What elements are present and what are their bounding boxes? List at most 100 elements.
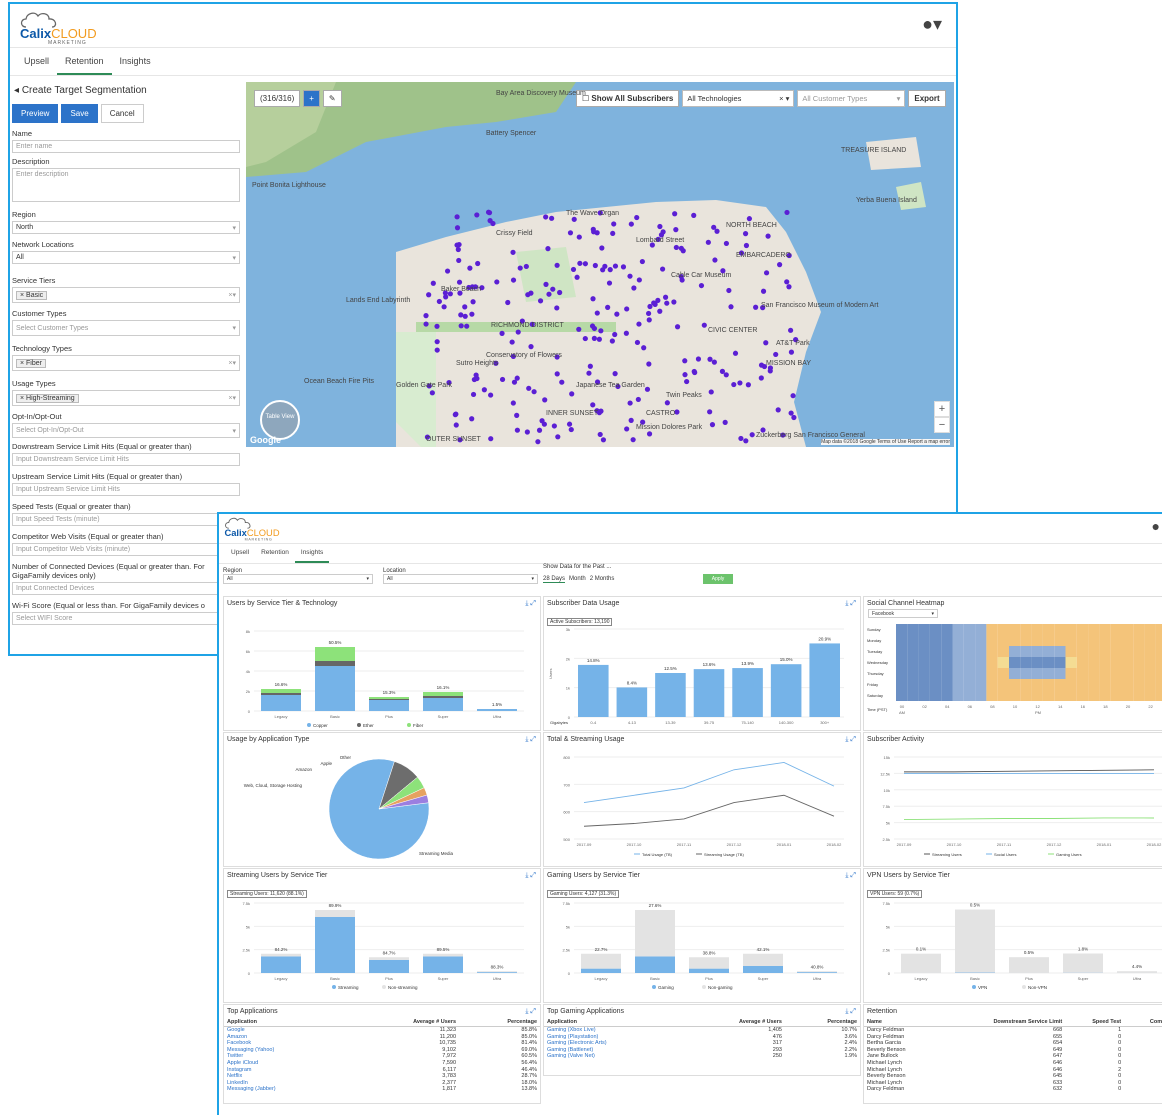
- subscriber-dot[interactable]: [606, 280, 613, 286]
- subscriber-dot[interactable]: [523, 263, 529, 270]
- subscriber-dot[interactable]: [423, 313, 429, 319]
- download-expand-icon[interactable]: ⤓ ⤢: [845, 600, 856, 608]
- subscriber-dot[interactable]: [788, 349, 795, 355]
- subscriber-dot[interactable]: [591, 335, 597, 341]
- table-row[interactable]: Instagram 6,117 46.4%: [224, 1067, 540, 1074]
- subscriber-dot[interactable]: [526, 385, 532, 391]
- subscriber-dot[interactable]: [674, 324, 681, 330]
- subscriber-dot[interactable]: [646, 317, 652, 323]
- subscriber-dot[interactable]: [434, 339, 440, 345]
- subscriber-dot[interactable]: [590, 296, 596, 302]
- subscriber-dot[interactable]: [566, 421, 573, 427]
- technology-filter[interactable]: All Technologies × ▾: [682, 90, 795, 107]
- subscriber-dot[interactable]: [788, 410, 794, 416]
- subscriber-dot[interactable]: [571, 216, 577, 222]
- subscriber-dot[interactable]: [707, 409, 713, 415]
- clear-icon[interactable]: ×▾: [228, 291, 236, 299]
- table-row[interactable]: Beverly Benson 649 0: [864, 1047, 1162, 1054]
- subscriber-dot[interactable]: [777, 262, 783, 268]
- table-row[interactable]: Messaging (Yahoo) 9,102 69.0%: [224, 1047, 540, 1054]
- subscriber-dot[interactable]: [582, 335, 588, 342]
- subscriber-dot[interactable]: [469, 416, 475, 422]
- subscriber-dot[interactable]: [488, 392, 494, 398]
- subscriber-dot[interactable]: [494, 279, 500, 285]
- subscriber-dot[interactable]: [576, 326, 582, 332]
- subscriber-dot[interactable]: [462, 313, 468, 319]
- subscriber-dot[interactable]: [600, 267, 606, 273]
- subscriber-dot[interactable]: [550, 286, 556, 292]
- save-button[interactable]: Save: [61, 104, 98, 123]
- subscriber-dot[interactable]: [543, 214, 549, 220]
- subscriber-dot[interactable]: [517, 265, 523, 271]
- subscriber-dot[interactable]: [554, 262, 560, 268]
- zoom-out-button[interactable]: −: [934, 417, 950, 433]
- subscriber-dot[interactable]: [536, 427, 543, 433]
- subscriber-dot[interactable]: [691, 212, 697, 218]
- tab-retention[interactable]: Retention: [255, 544, 295, 563]
- column-header[interactable]: Speed Test: [1065, 1018, 1125, 1027]
- user-avatar-icon[interactable]: ●▾: [922, 14, 942, 35]
- subscriber-dot[interactable]: [596, 336, 602, 342]
- subscriber-dot[interactable]: [612, 263, 619, 269]
- subscriber-dot[interactable]: [684, 378, 690, 385]
- subscriber-dot[interactable]: [657, 223, 663, 230]
- subscriber-dot[interactable]: [627, 400, 633, 406]
- subscriber-dot[interactable]: [645, 310, 652, 317]
- subscriber-dot[interactable]: [568, 426, 574, 433]
- subscriber-dot[interactable]: [671, 299, 677, 305]
- period-2-months[interactable]: 2 Months: [590, 576, 615, 583]
- subscriber-dot[interactable]: [576, 234, 582, 240]
- calix-cloud-logo[interactable]: CalixCLOUD MARKETING: [18, 10, 97, 46]
- subscriber-dot[interactable]: [731, 381, 737, 388]
- table-row[interactable]: Michael Lynch 646 2: [864, 1067, 1162, 1074]
- subscriber-dot[interactable]: [458, 312, 464, 318]
- region-select[interactable]: All ▾: [223, 574, 373, 584]
- subscriber-dot[interactable]: [644, 386, 651, 392]
- subscriber-dot[interactable]: [444, 268, 451, 274]
- calix-cloud-logo[interactable]: CalixCLOUD MARKETING: [223, 516, 280, 542]
- tiers-select[interactable]: × Basic ×▾: [12, 287, 240, 303]
- subscriber-dot[interactable]: [546, 291, 552, 297]
- wifi-select[interactable]: Select WIFI Score: [12, 612, 240, 625]
- subscriber-dot[interactable]: [515, 329, 521, 335]
- subscriber-dot[interactable]: [624, 306, 630, 312]
- subscriber-dot[interactable]: [630, 437, 636, 443]
- subscriber-dot[interactable]: [486, 210, 493, 216]
- subscriber-dot[interactable]: [753, 304, 759, 310]
- subscriber-dot[interactable]: [612, 371, 618, 377]
- clear-icon[interactable]: ×▾: [228, 359, 236, 367]
- opt-select[interactable]: Select Opt-In/Opt-Out ▾: [12, 423, 240, 438]
- download-expand-icon[interactable]: ⤓ ⤢: [845, 736, 856, 744]
- subscriber-dot[interactable]: [767, 368, 773, 374]
- subscriber-dot[interactable]: [590, 402, 596, 408]
- table-row[interactable]: Bertha Garcia 654 0: [864, 1040, 1162, 1047]
- subscriber-dot[interactable]: [627, 273, 633, 279]
- user-avatar-icon[interactable]: ●: [1152, 518, 1160, 534]
- subscriber-dot[interactable]: [709, 422, 716, 428]
- period-28-days[interactable]: 28 Days: [543, 576, 566, 583]
- table-row[interactable]: Michael Lynch 633 0: [864, 1080, 1162, 1087]
- subscriber-dot[interactable]: [430, 280, 436, 286]
- subscriber-dot[interactable]: [582, 261, 588, 267]
- app-link[interactable]: Messaging (Jabber): [227, 1086, 276, 1092]
- subscriber-dot[interactable]: [541, 421, 547, 427]
- subscriber-dot[interactable]: [749, 432, 755, 438]
- region-select[interactable]: North ▾: [12, 221, 240, 234]
- speed-input[interactable]: Input Speed Tests (minute): [12, 513, 240, 526]
- subscriber-dot[interactable]: [542, 397, 548, 403]
- subscriber-dot[interactable]: [743, 438, 749, 444]
- subscriber-dot[interactable]: [488, 436, 494, 442]
- subscriber-dot[interactable]: [672, 211, 678, 217]
- app-link[interactable]: Amazon: [227, 1034, 247, 1040]
- subscriber-dot[interactable]: [680, 248, 686, 254]
- app-link[interactable]: Netflix: [227, 1073, 242, 1079]
- subscriber-dot[interactable]: [673, 244, 679, 251]
- subscriber-dot[interactable]: [434, 347, 440, 353]
- subscriber-dot[interactable]: [524, 429, 530, 435]
- subscriber-dot[interactable]: [481, 387, 487, 393]
- subscriber-dot[interactable]: [607, 267, 613, 273]
- subscriber-dot[interactable]: [664, 400, 670, 406]
- back-arrow-icon[interactable]: ◂: [14, 85, 19, 96]
- subscriber-dot[interactable]: [623, 330, 629, 336]
- subscriber-dot[interactable]: [773, 351, 779, 358]
